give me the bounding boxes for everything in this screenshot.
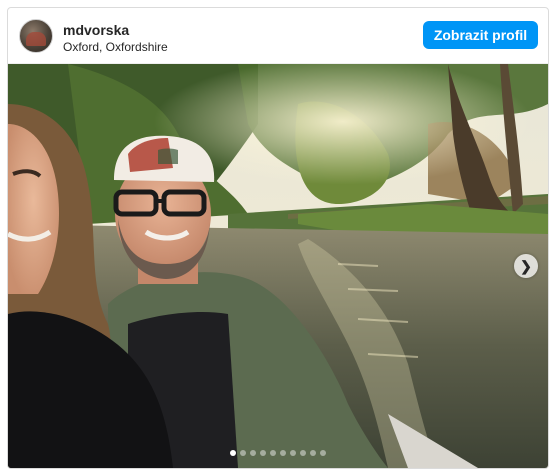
carousel-indicator xyxy=(8,450,548,456)
carousel-dot xyxy=(270,450,276,456)
avatar[interactable] xyxy=(19,19,53,53)
carousel-dot xyxy=(300,450,306,456)
view-profile-button[interactable]: Zobrazit profil xyxy=(423,21,538,49)
username[interactable]: mdvorska xyxy=(63,22,129,38)
carousel-dot xyxy=(230,450,236,456)
carousel-dot xyxy=(260,450,266,456)
carousel-dot xyxy=(240,450,246,456)
carousel-dot xyxy=(250,450,256,456)
carousel-dot xyxy=(320,450,326,456)
instagram-embed-card: mdvorska Oxford, Oxfordshire Zobrazit pr… xyxy=(7,7,549,469)
chevron-right-icon[interactable]: ❯ xyxy=(514,254,538,278)
carousel-dot xyxy=(280,450,286,456)
post-photo[interactable]: ❯ xyxy=(8,64,548,468)
carousel-dot xyxy=(310,450,316,456)
location[interactable]: Oxford, Oxfordshire xyxy=(63,40,168,54)
carousel-dot xyxy=(290,450,296,456)
post-header: mdvorska Oxford, Oxfordshire Zobrazit pr… xyxy=(8,8,548,64)
photo-image xyxy=(8,64,548,468)
